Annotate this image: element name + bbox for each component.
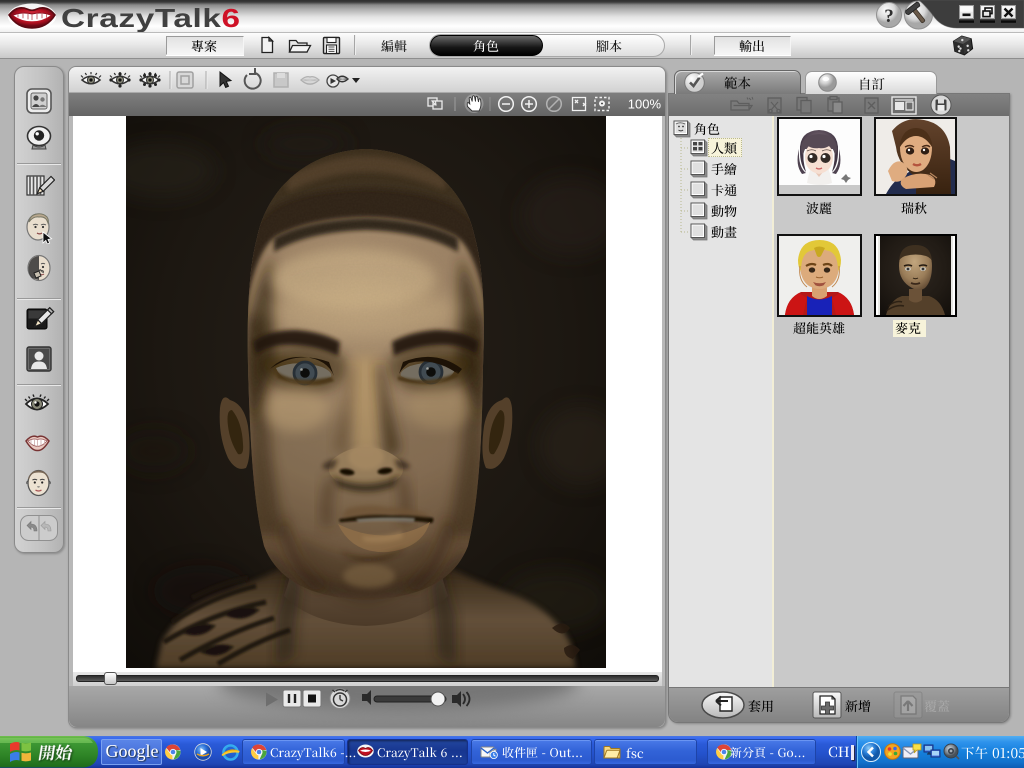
svg-text:?: ? — [884, 6, 894, 27]
svg-text:100%: 100% — [628, 97, 662, 112]
